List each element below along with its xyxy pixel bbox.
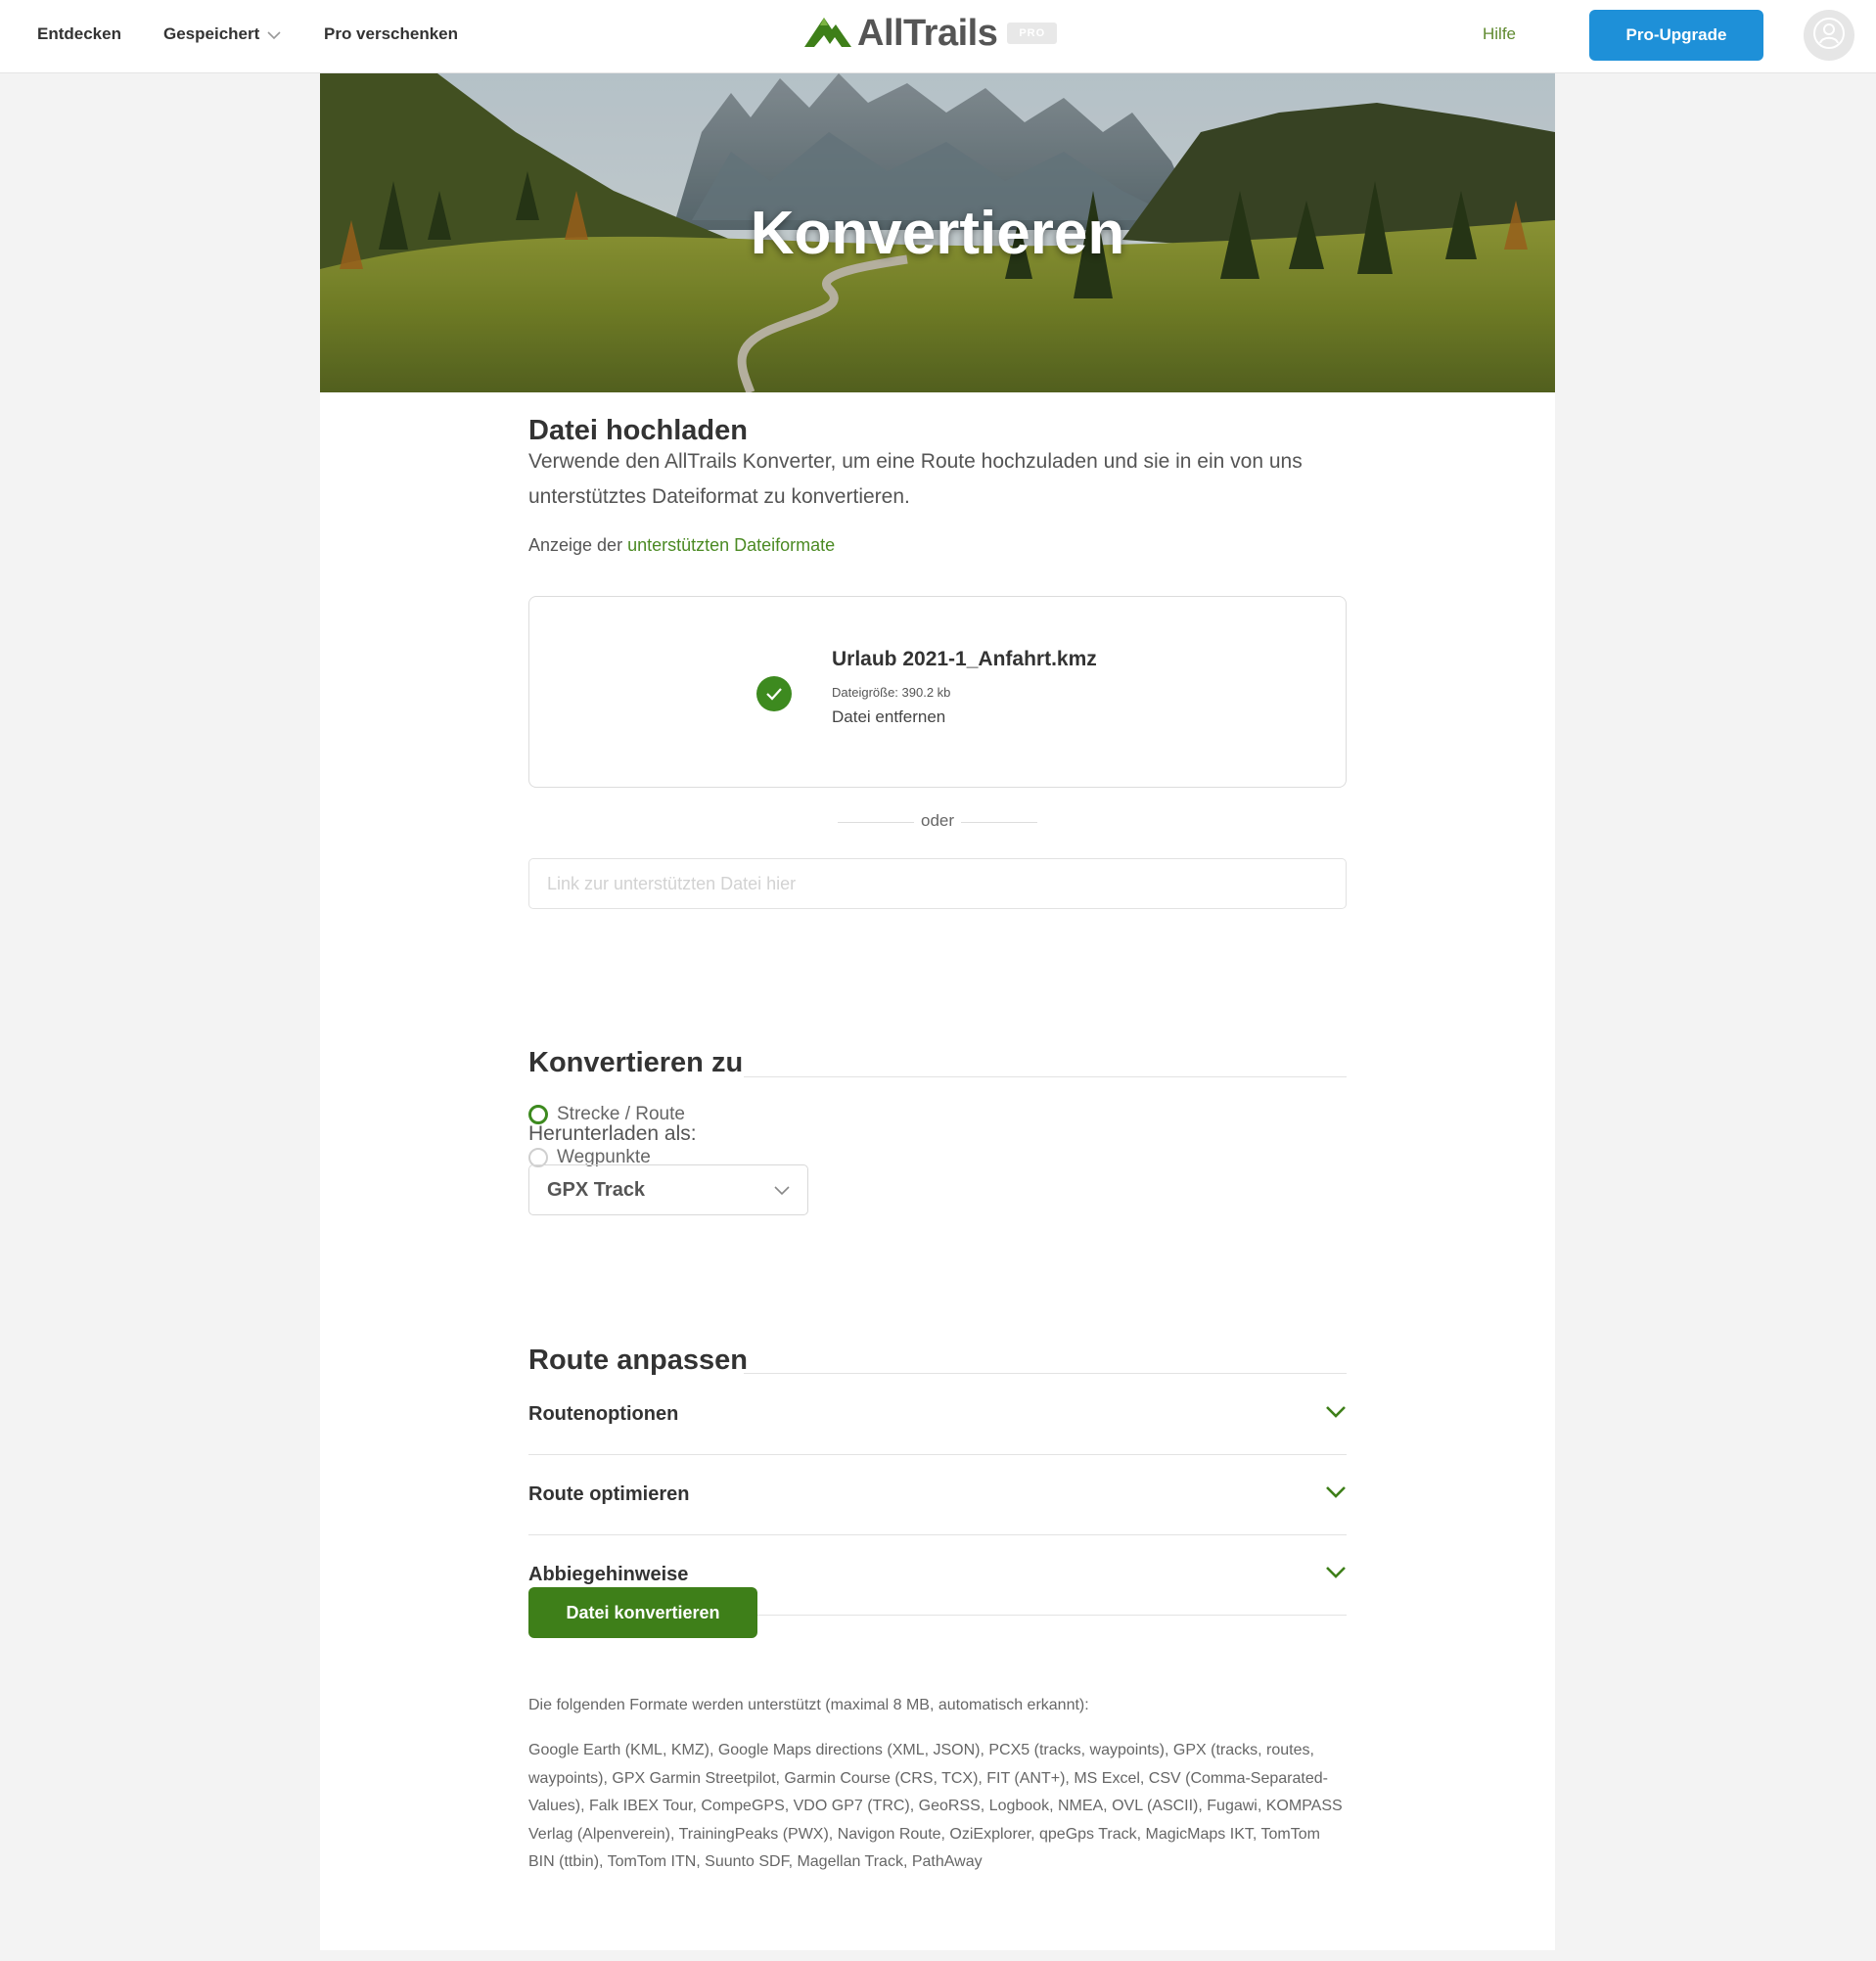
accordion-label: Route optimieren	[528, 1483, 690, 1505]
chevron-down-icon	[774, 1179, 790, 1202]
accordion-label: Routenoptionen	[528, 1403, 679, 1425]
user-avatar[interactable]	[1804, 10, 1854, 61]
convert-file-button[interactable]: Datei konvertieren	[528, 1587, 757, 1638]
page-title: Konvertieren	[750, 199, 1125, 267]
nav-saved-label: Gespeichert	[163, 24, 260, 43]
top-navigation-bar: Entdecken Gespeichert Pro verschenken Al…	[0, 0, 1876, 73]
radio-selected-icon	[528, 1105, 548, 1124]
check-circle-icon	[756, 676, 792, 711]
file-upload-dropzone[interactable]: Urlaub 2021-1_Anfahrt.kmz Dateigröße: 39…	[528, 596, 1347, 788]
download-as-label: Herunterladen als:	[528, 1122, 697, 1145]
formats-hint: Anzeige der unterstützten Dateiformate	[528, 535, 835, 556]
user-icon	[1812, 17, 1846, 55]
upload-intro: Verwende den AllTrails Konverter, um ein…	[528, 450, 1303, 508]
hero-banner: Konvertieren	[320, 73, 1555, 392]
download-format-select[interactable]: GPX Track	[528, 1164, 808, 1215]
mountain-logo-icon	[802, 14, 853, 54]
help-link[interactable]: Hilfe	[1483, 0, 1516, 68]
nav-discover[interactable]: Entdecken	[37, 0, 121, 73]
section-divider	[744, 1076, 1347, 1077]
supported-formats-list: Google Earth (KML, KMZ), Google Maps dir…	[528, 1742, 1343, 1870]
nav-gift-pro[interactable]: Pro verschenken	[324, 0, 458, 73]
or-divider-label: oder	[920, 811, 955, 830]
accordion-optimize-route[interactable]: Route optimieren	[528, 1455, 1347, 1535]
remove-file-link[interactable]: Datei entfernen	[832, 707, 945, 727]
chevron-down-icon	[267, 1, 281, 69]
pro-badge: PRO	[1007, 23, 1058, 44]
uploaded-file-name: Urlaub 2021-1_Anfahrt.kmz	[832, 648, 1097, 670]
chevron-down-icon	[1325, 1485, 1347, 1504]
accordion-label: Abbiegehinweise	[528, 1564, 689, 1585]
divider-right	[961, 822, 1037, 823]
uploaded-file-size: Dateigröße: 390.2 kb	[832, 685, 951, 700]
accordion-route-options[interactable]: Routenoptionen	[528, 1375, 1347, 1455]
pro-upgrade-button[interactable]: Pro-Upgrade	[1589, 10, 1763, 61]
download-format-value: GPX Track	[547, 1178, 646, 1201]
section-divider	[744, 1373, 1347, 1374]
customize-route-heading: Route anpassen	[528, 1345, 748, 1376]
supported-formats-heading: Die folgenden Formate werden unterstützt…	[528, 1697, 1089, 1713]
chevron-down-icon	[1325, 1405, 1347, 1424]
alltrails-logo[interactable]: AllTrails PRO	[802, 12, 1058, 55]
logo-text: AllTrails	[857, 12, 998, 54]
nav-saved[interactable]: Gespeichert	[163, 0, 281, 73]
formats-hint-prefix: Anzeige der	[528, 535, 628, 555]
file-link-input[interactable]	[528, 858, 1347, 909]
chevron-down-icon	[1325, 1566, 1347, 1584]
converter-card: Konvertieren Datei hochladen Verwende de…	[320, 73, 1555, 1950]
convert-to-heading: Konvertieren zu	[528, 1047, 744, 1078]
supported-formats-link[interactable]: unterstützten Dateiformate	[627, 535, 835, 555]
upload-heading: Datei hochladen	[528, 415, 748, 446]
